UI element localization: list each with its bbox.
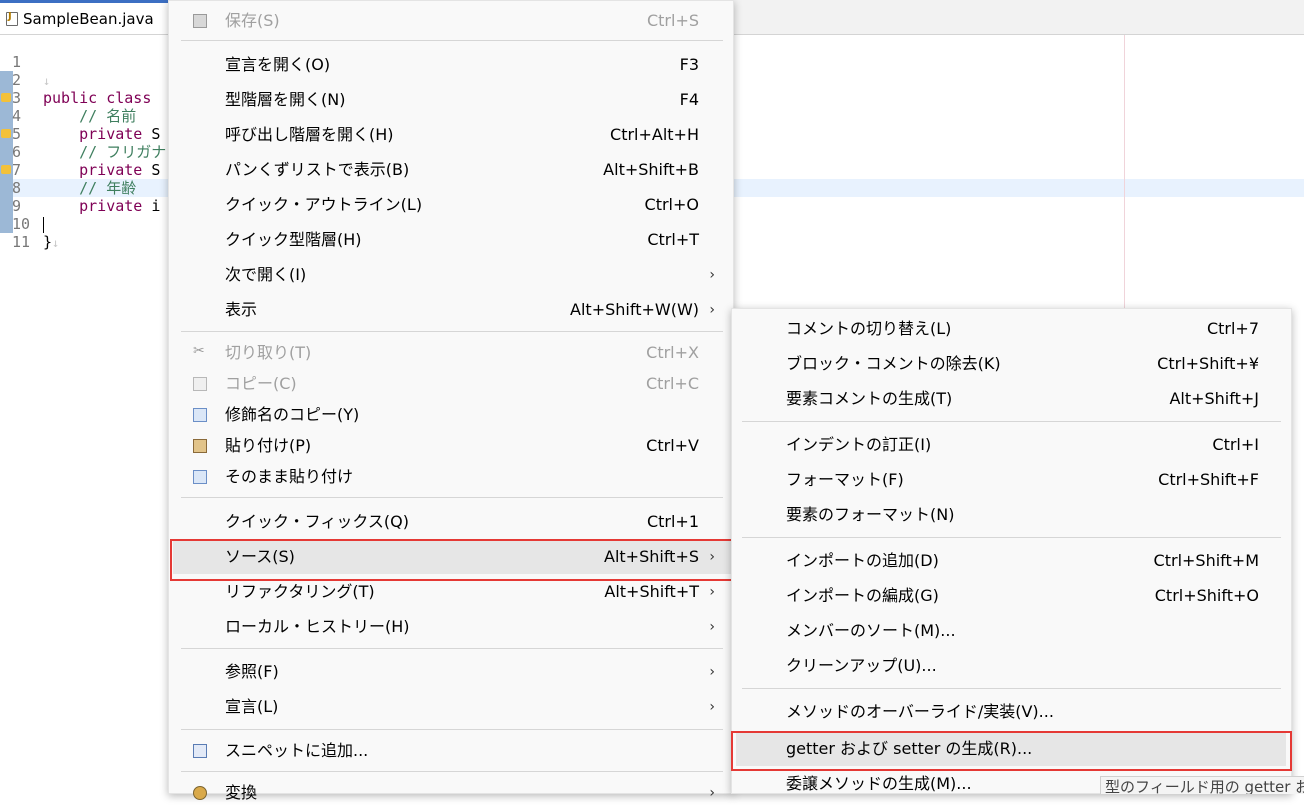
warning-icon bbox=[1, 165, 11, 174]
code-line: 9 bbox=[0, 179, 44, 233]
code-line: 4 private S bbox=[0, 89, 160, 143]
code-line: 7 // 年齢 bbox=[0, 143, 136, 197]
chevron-right-icon: › bbox=[709, 302, 715, 318]
code-line: 3 // 名前 bbox=[0, 71, 136, 125]
warning-icon bbox=[1, 93, 11, 102]
code-line: 8 private i bbox=[0, 161, 160, 215]
text-cursor bbox=[43, 216, 44, 233]
submenu-override-implement[interactable]: メソッドのオーバーライド/実装(V)... bbox=[732, 695, 1293, 729]
submenu-format[interactable]: フォーマット(F) Ctrl+Shift+F bbox=[732, 463, 1293, 497]
menu-open-call-hierarchy[interactable]: 呼び出し階層を開く(H) Ctrl+Alt+H bbox=[169, 118, 735, 152]
submenu-correct-indentation[interactable]: インデントの訂正(I) Ctrl+I bbox=[732, 428, 1293, 462]
menu-declarations[interactable]: 宣言(L) › bbox=[169, 690, 735, 724]
submenu-sort-members[interactable]: メンバーのソート(M)... bbox=[732, 614, 1293, 648]
menu-references[interactable]: 参照(F) › bbox=[169, 655, 735, 689]
menu-show-in-breadcrumb[interactable]: パンくずリストで表示(B) Alt+Shift+B bbox=[169, 153, 735, 187]
warning-icon bbox=[1, 129, 11, 138]
tab-title: SampleBean.java bbox=[23, 9, 154, 28]
menu-transform[interactable]: 変換 › bbox=[169, 776, 735, 810]
chevron-right-icon: › bbox=[709, 699, 715, 715]
chevron-right-icon: › bbox=[709, 785, 715, 801]
code-line: 10 }↓ bbox=[0, 197, 59, 251]
menu-open-with[interactable]: 次で開く(I) › bbox=[169, 258, 735, 292]
raw-paste-icon bbox=[193, 470, 207, 484]
qualified-name-icon bbox=[193, 408, 207, 422]
menu-show-in[interactable]: 表示 Alt+Shift+W(W) › bbox=[169, 293, 735, 327]
source-highlight-box bbox=[170, 539, 733, 581]
chevron-right-icon: › bbox=[709, 267, 715, 283]
menu-cut[interactable]: 切り取り(T) Ctrl+X bbox=[169, 336, 735, 368]
code-line: 2 public class bbox=[0, 53, 151, 107]
menu-open-declaration[interactable]: 宣言を開く(O) F3 bbox=[169, 48, 735, 82]
menu-quick-fix[interactable]: クイック・フィックス(Q) Ctrl+1 bbox=[169, 505, 735, 539]
snippet-icon bbox=[193, 744, 207, 758]
menu-open-type-hierarchy[interactable]: 型階層を開く(N) F4 bbox=[169, 83, 735, 117]
chevron-right-icon: › bbox=[709, 619, 715, 635]
code-line: 11 bbox=[12, 233, 31, 251]
submenu-toggle-comment[interactable]: コメントの切り替え(L) Ctrl+7 bbox=[732, 312, 1293, 346]
source-submenu: コメントの切り替え(L) Ctrl+7 ブロック・コメントの除去(K) Ctrl… bbox=[731, 308, 1292, 794]
submenu-generate-element-comment[interactable]: 要素コメントの生成(T) Alt+Shift+J bbox=[732, 382, 1293, 416]
transform-icon bbox=[193, 786, 207, 800]
getter-setter-highlight-box bbox=[731, 731, 1292, 771]
menu-quick-outline[interactable]: クイック・アウトライン(L) Ctrl+O bbox=[169, 188, 735, 222]
scissors-icon bbox=[193, 336, 207, 367]
code-line: 6 private S bbox=[0, 125, 160, 179]
menu-save[interactable]: 保存(S) Ctrl+S bbox=[169, 4, 735, 38]
submenu-format-element[interactable]: 要素のフォーマット(N) bbox=[732, 498, 1293, 532]
menu-add-to-snippets[interactable]: スニペットに追加... bbox=[169, 734, 735, 768]
java-file-icon bbox=[6, 11, 18, 26]
code-line: 5 // フリガナ bbox=[0, 107, 166, 161]
code-line: 1 ↓ bbox=[12, 53, 51, 88]
submenu-remove-block-comment[interactable]: ブロック・コメントの除去(K) Ctrl+Shift+¥ bbox=[732, 347, 1293, 381]
context-menu: 保存(S) Ctrl+S 宣言を開く(O) F3 型階層を開く(N) F4 呼び… bbox=[168, 0, 735, 802]
menu-local-history[interactable]: ローカル・ヒストリー(H) › bbox=[169, 610, 735, 644]
menu-quick-type-hierarchy[interactable]: クイック型階層(H) Ctrl+T bbox=[169, 223, 735, 257]
menu-copy-qualified-name[interactable]: 修飾名のコピー(Y) bbox=[169, 399, 735, 430]
submenu-add-import[interactable]: インポートの追加(D) Ctrl+Shift+M bbox=[732, 544, 1293, 578]
submenu-clean-up[interactable]: クリーンアップ(U)... bbox=[732, 649, 1293, 683]
submenu-organize-imports[interactable]: インポートの編成(G) Ctrl+Shift+O bbox=[732, 579, 1293, 613]
menu-copy[interactable]: コピー(C) Ctrl+C bbox=[169, 368, 735, 399]
paste-icon bbox=[193, 439, 207, 453]
tab-samplebean[interactable]: SampleBean.java bbox=[0, 0, 168, 34]
menu-paste[interactable]: 貼り付け(P) Ctrl+V bbox=[169, 430, 735, 461]
menu-raw-paste[interactable]: そのまま貼り付け bbox=[169, 461, 735, 492]
chevron-right-icon: › bbox=[709, 664, 715, 680]
tooltip: 型のフィールド用の getter お bbox=[1100, 776, 1304, 794]
copy-icon bbox=[193, 377, 207, 391]
save-icon bbox=[193, 14, 207, 28]
